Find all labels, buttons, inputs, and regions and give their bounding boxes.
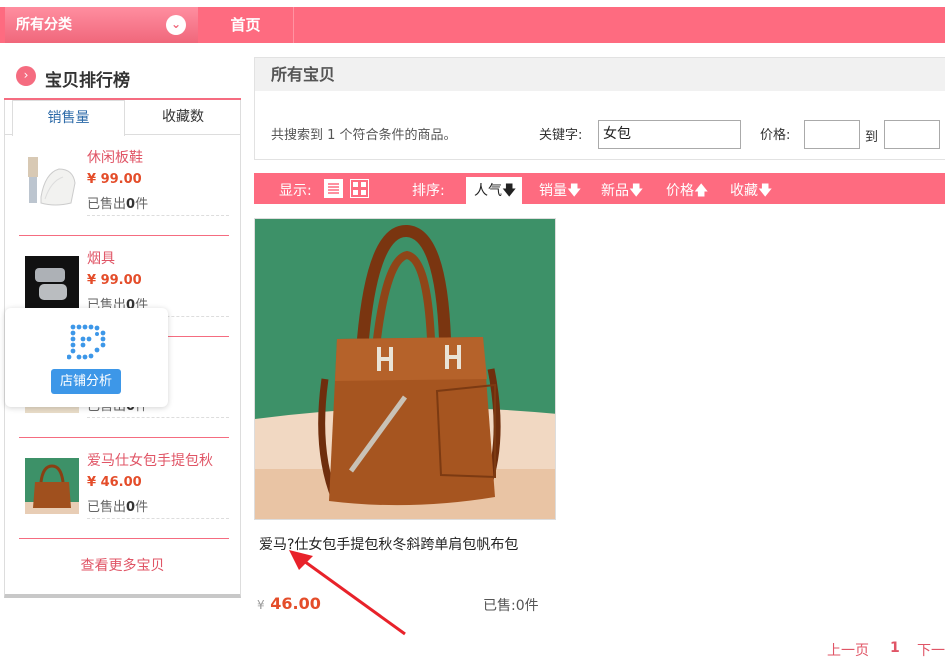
product-sold: 已售:0件 [483, 598, 539, 614]
arrow-down-icon: 🡇 [567, 183, 582, 199]
nav-home[interactable]: 首页 [198, 7, 294, 43]
list-item[interactable]: 休闲板鞋 ¥ 99.00 已售出0件 [19, 135, 229, 236]
display-label: 显示: [279, 183, 312, 199]
shop-analysis-widget[interactable]: 店铺分析 [5, 308, 168, 407]
chevron-down-icon[interactable]: ⌄ [166, 15, 186, 35]
product-thumbnail[interactable] [25, 256, 79, 312]
sort-favorites[interactable]: 收藏🡇 [730, 180, 772, 204]
category-label: 所有分类 [16, 17, 72, 33]
sold-count: 0 [126, 197, 136, 212]
sort-favorites-label: 收藏 [730, 183, 758, 199]
sold-prefix: 已售出 [87, 500, 127, 515]
sort-sales[interactable]: 销量🡇 [539, 180, 581, 204]
sidebar-header: › 宝贝排行榜 [4, 58, 241, 100]
arrow-down-icon: 🡇 [629, 183, 644, 199]
price-to-label: 到 [865, 130, 879, 145]
sort-popularity-label: 人气 [474, 183, 502, 199]
pager-prev[interactable]: 上一页 [827, 640, 869, 660]
price-max-input[interactable] [884, 120, 940, 149]
view-more-link[interactable]: 查看更多宝贝 [5, 555, 240, 575]
page-title: 所有宝贝 [255, 58, 945, 91]
arrow-down-icon: 🡇 [502, 183, 517, 199]
item-price: ¥ 99.00 [87, 273, 142, 288]
arrow-down-icon: 🡇 [758, 183, 773, 199]
sidebar-title: 宝贝排行榜 [45, 71, 130, 91]
item-name[interactable]: 爱马仕女包手提包秋 [87, 450, 213, 470]
currency-symbol: ¥ [257, 598, 265, 612]
pager-current[interactable]: 1 [890, 640, 900, 656]
price-min-input[interactable] [804, 120, 860, 149]
item-price: ¥ 99.00 [87, 172, 142, 187]
category-menu[interactable]: 所有分类 ⌄ [5, 7, 198, 43]
product-thumbnail[interactable] [25, 155, 79, 211]
pager-next[interactable]: 下一 [917, 640, 945, 660]
sold-suffix: 件 [135, 197, 149, 212]
item-sold: 已售出0件 [87, 193, 229, 216]
tab-favorites[interactable]: 收藏数 [125, 100, 241, 135]
tab-sales[interactable]: 销售量 [12, 100, 125, 136]
chevron-right-icon: › [16, 66, 36, 86]
ranking-tabs: 销售量 收藏数 [4, 100, 241, 136]
sort-new[interactable]: 新品🡇 [601, 180, 643, 204]
sold-suffix: 件 [135, 500, 149, 515]
item-name[interactable]: 休闲板鞋 [87, 147, 143, 167]
sort-price-label: 价格 [666, 183, 694, 199]
item-name[interactable]: 烟具 [87, 248, 115, 268]
product-image[interactable] [254, 218, 556, 520]
sort-new-label: 新品 [601, 183, 629, 199]
sort-sales-label: 销量 [539, 183, 567, 199]
top-nav: 所有分类 ⌄ 首页 [0, 7, 945, 43]
sort-label: 排序: [412, 183, 445, 199]
sold-prefix: 已售出 [87, 197, 127, 212]
product-thumbnail[interactable] [25, 458, 79, 514]
keyword-label: 关键字: [539, 128, 583, 143]
arrow-up-icon: 🡅 [694, 183, 709, 199]
search-panel: 所有宝贝 共搜索到 1 个符合条件的商品。 关键字: 女包 价格: 到 [254, 57, 945, 160]
annotation-arrow-icon [289, 550, 406, 636]
analysis-logo-icon [67, 324, 106, 360]
keyword-input[interactable]: 女包 [598, 120, 741, 149]
price-label: 价格: [760, 128, 791, 143]
result-count: 共搜索到 1 个符合条件的商品。 [271, 128, 457, 143]
sold-count: 0 [126, 500, 136, 515]
sort-price[interactable]: 价格🡅 [666, 180, 708, 204]
shop-analysis-button[interactable]: 店铺分析 [51, 369, 121, 394]
list-view-icon[interactable] [324, 179, 343, 198]
sort-popularity[interactable]: 人气🡇 [466, 177, 523, 204]
item-price: ¥ 46.00 [87, 475, 142, 490]
sort-bar: 显示: 排序: 人气🡇 销量🡇 新品🡇 价格🡅 收藏🡇 [254, 173, 945, 204]
list-item[interactable]: 爱马仕女包手提包秋 ¥ 46.00 已售出0件 [19, 438, 229, 539]
grid-view-icon[interactable] [350, 179, 369, 198]
item-sold: 已售出0件 [87, 496, 229, 519]
